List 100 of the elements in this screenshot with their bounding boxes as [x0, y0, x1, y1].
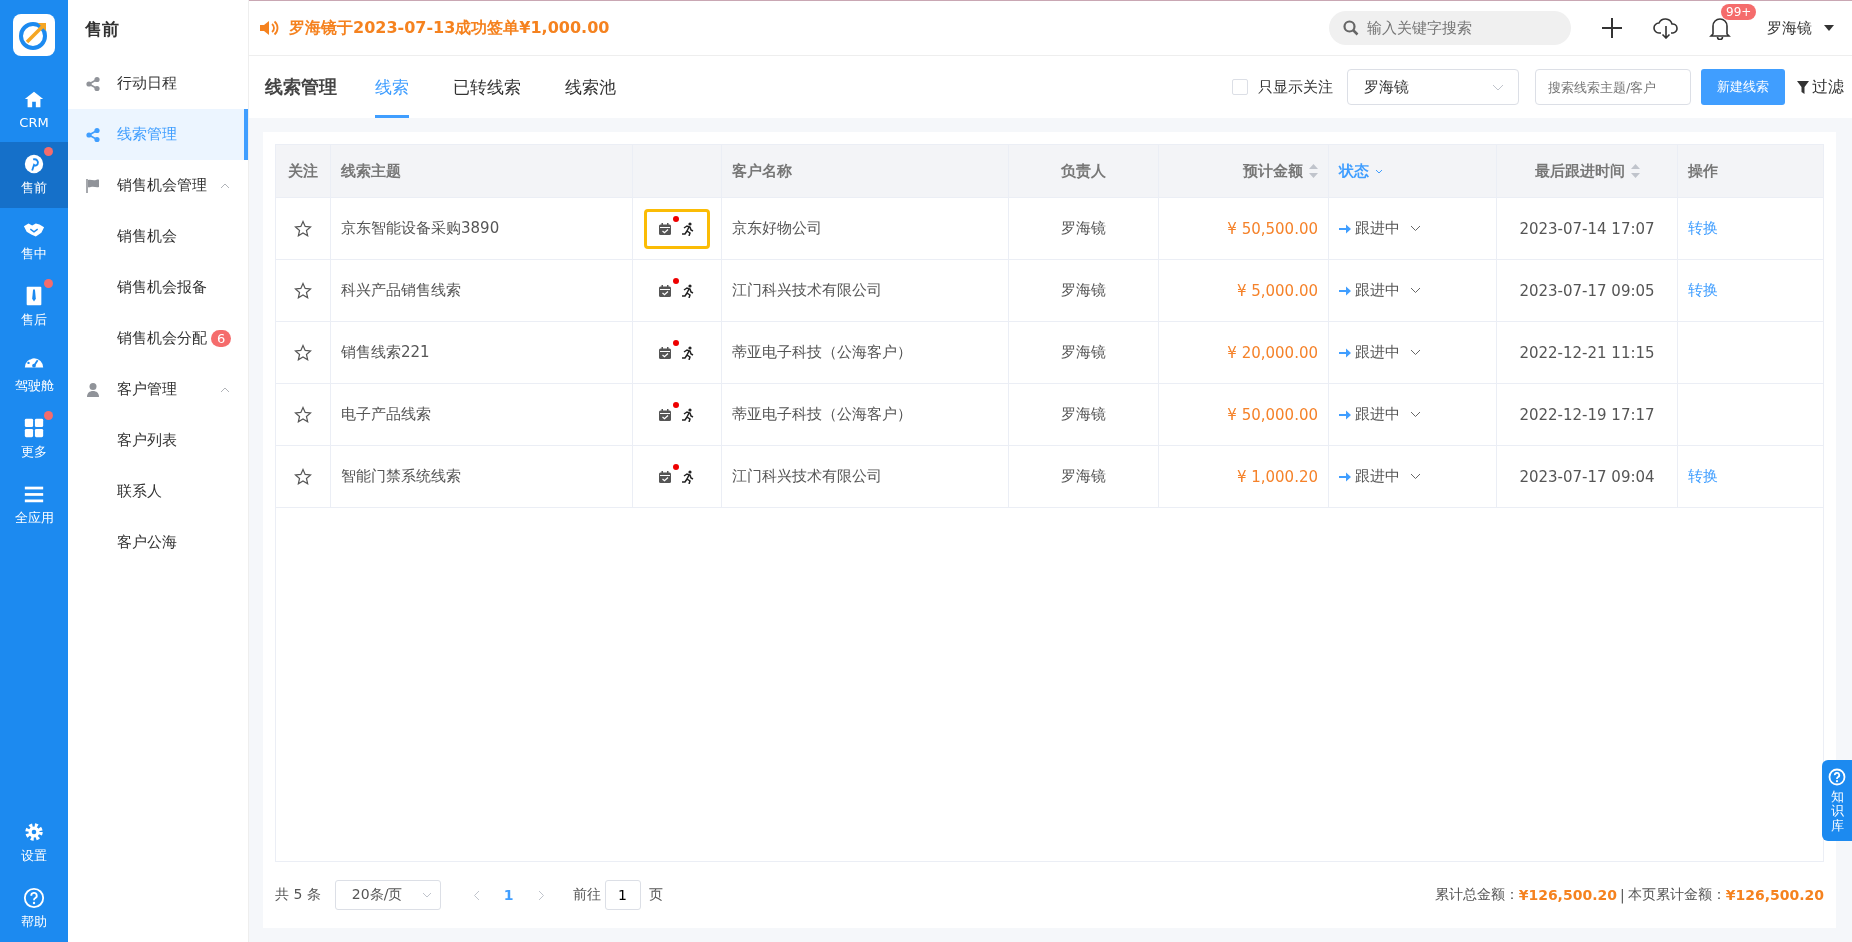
chevron-down-icon: [1410, 349, 1421, 356]
submenu-item[interactable]: 销售机会: [68, 211, 248, 262]
total-count: 共 5 条: [275, 886, 321, 904]
page-title: 线索管理: [265, 75, 337, 99]
calendar-icon[interactable]: [659, 222, 671, 235]
search-field[interactable]: 搜索线索主题/客户: [1535, 69, 1691, 105]
total-amount: ¥126,500.20: [1518, 887, 1617, 903]
search-field[interactable]: 输入关键字搜索: [1329, 11, 1571, 45]
owner-name: 罗海镜: [1061, 219, 1106, 238]
column-header: 状态: [1329, 145, 1497, 197]
notification-dot: [44, 147, 53, 156]
calendar-icon[interactable]: [659, 346, 671, 359]
customer-name: 京东好物公司: [732, 219, 822, 238]
submenu-item[interactable]: 联系人: [68, 466, 248, 517]
page-unit: 页: [648, 886, 663, 904]
column-header: 关注: [276, 145, 331, 197]
submenu-item[interactable]: 客户列表: [68, 415, 248, 466]
page-total-amount: ¥126,500.20: [1725, 887, 1824, 903]
status-dropdown[interactable]: 跟进中: [1339, 405, 1421, 424]
owner-name: 罗海镜: [1061, 405, 1106, 424]
status-dropdown[interactable]: 跟进中: [1339, 281, 1421, 300]
runner-icon[interactable]: [681, 345, 695, 360]
grid-icon: [23, 417, 45, 439]
menu-item[interactable]: 客户管理: [68, 364, 248, 415]
add-button[interactable]: [1601, 17, 1623, 39]
announcement-text: 罗海镜于2023-07-13成功签单¥1,000.00: [289, 17, 610, 39]
owner-select[interactable]: 罗海镜: [1347, 69, 1519, 105]
rail-nav-item[interactable]: 售中: [0, 208, 68, 274]
status-dropdown[interactable]: 跟进中: [1339, 343, 1421, 362]
runner-icon[interactable]: [681, 407, 695, 422]
user-menu[interactable]: 罗海镜: [1767, 18, 1834, 38]
amount-value: ¥ 20,000.00: [1227, 343, 1318, 362]
star-icon[interactable]: [294, 343, 312, 362]
caret-icon: [1824, 25, 1834, 31]
customer-name: 江门科兴技术有限公司: [732, 281, 882, 300]
submenu-item[interactable]: 客户公海: [68, 517, 248, 568]
knowledge-base-tab[interactable]: 知识库: [1822, 760, 1852, 841]
cloud-download-icon: [1653, 17, 1679, 39]
runner-icon[interactable]: [681, 221, 695, 236]
follow-up-time: 2023-07-17 09:04: [1519, 467, 1655, 486]
arrow-right-icon: [1339, 284, 1351, 297]
menu-item[interactable]: 行动日程: [68, 58, 248, 109]
chevron-up-icon: [220, 182, 230, 189]
submenu-item[interactable]: 销售机会报备: [68, 262, 248, 313]
amount-value: ¥ 50,500.00: [1227, 219, 1318, 238]
arrow-right-icon: [1339, 222, 1351, 235]
rail-nav-item[interactable]: CRM: [0, 76, 68, 142]
chevron-left-icon: [472, 889, 480, 901]
calendar-icon[interactable]: [659, 470, 671, 483]
status-dropdown[interactable]: 跟进中: [1339, 219, 1421, 238]
share-icon: [85, 126, 101, 143]
share-icon: [85, 75, 101, 92]
runner-icon[interactable]: [681, 469, 695, 484]
rail-nav-item[interactable]: 设置: [0, 810, 68, 876]
rail-nav-item[interactable]: 帮助: [0, 876, 68, 942]
chevron-down-icon: [1410, 225, 1421, 232]
page-size-select[interactable]: 20条/页: [334, 880, 441, 910]
column-header: 最后跟进时间: [1497, 145, 1678, 197]
chevron-down-icon: [1410, 287, 1421, 294]
app-logo[interactable]: [13, 14, 55, 56]
notifications-button[interactable]: [1709, 16, 1731, 40]
filter-button[interactable]: 过滤: [1797, 76, 1844, 98]
pin-icon: [23, 153, 45, 175]
download-button[interactable]: [1653, 17, 1679, 39]
star-icon[interactable]: [294, 219, 312, 238]
tab[interactable]: 线索池: [565, 56, 616, 118]
rail-label: 售后: [21, 311, 47, 329]
status-dropdown[interactable]: 跟进中: [1339, 467, 1421, 486]
page-input[interactable]: 1: [604, 880, 641, 910]
rail-label: 售中: [21, 245, 47, 263]
calendar-icon[interactable]: [659, 284, 671, 297]
runner-icon[interactable]: [681, 283, 695, 298]
chevron-down-icon: [1410, 473, 1421, 480]
rail-label: 更多: [21, 443, 47, 461]
count-badge: 6: [211, 330, 232, 347]
rail-nav-item[interactable]: 售前: [0, 142, 68, 208]
lead-subject: 京东智能设备采购3890: [341, 219, 500, 238]
submenu-item[interactable]: 销售机会分配 6: [68, 313, 248, 364]
rail-nav-item[interactable]: 售后: [0, 274, 68, 340]
tab[interactable]: 已转线索: [453, 56, 521, 118]
search-icon: [1343, 20, 1359, 36]
calendar-icon[interactable]: [659, 408, 671, 421]
rail-nav-item[interactable]: 更多: [0, 406, 68, 472]
follow-only-checkbox[interactable]: 只显示关注: [1232, 77, 1333, 97]
help-icon: [23, 887, 45, 909]
menu-item[interactable]: 销售机会管理: [68, 160, 248, 211]
chevron-down-icon: [1492, 83, 1504, 91]
column-header: 负责人: [1009, 145, 1159, 197]
rail-nav-item[interactable]: 全应用: [0, 472, 68, 538]
column-header: 线索主题: [331, 145, 633, 197]
star-icon[interactable]: [294, 281, 312, 300]
follow-up-time: 2022-12-19 17:17: [1519, 405, 1655, 424]
rail-nav-item[interactable]: 驾驶舱: [0, 340, 68, 406]
total-label: 累计总金额：: [1434, 886, 1519, 904]
arrow-right-icon: [1339, 470, 1351, 483]
star-icon[interactable]: [294, 467, 312, 486]
chevron-down-icon: [421, 892, 432, 898]
customer-name: 蒂亚电子科技（公海客户）: [732, 343, 912, 362]
amount-value: ¥ 5,000.00: [1236, 281, 1318, 300]
star-icon[interactable]: [294, 405, 312, 424]
